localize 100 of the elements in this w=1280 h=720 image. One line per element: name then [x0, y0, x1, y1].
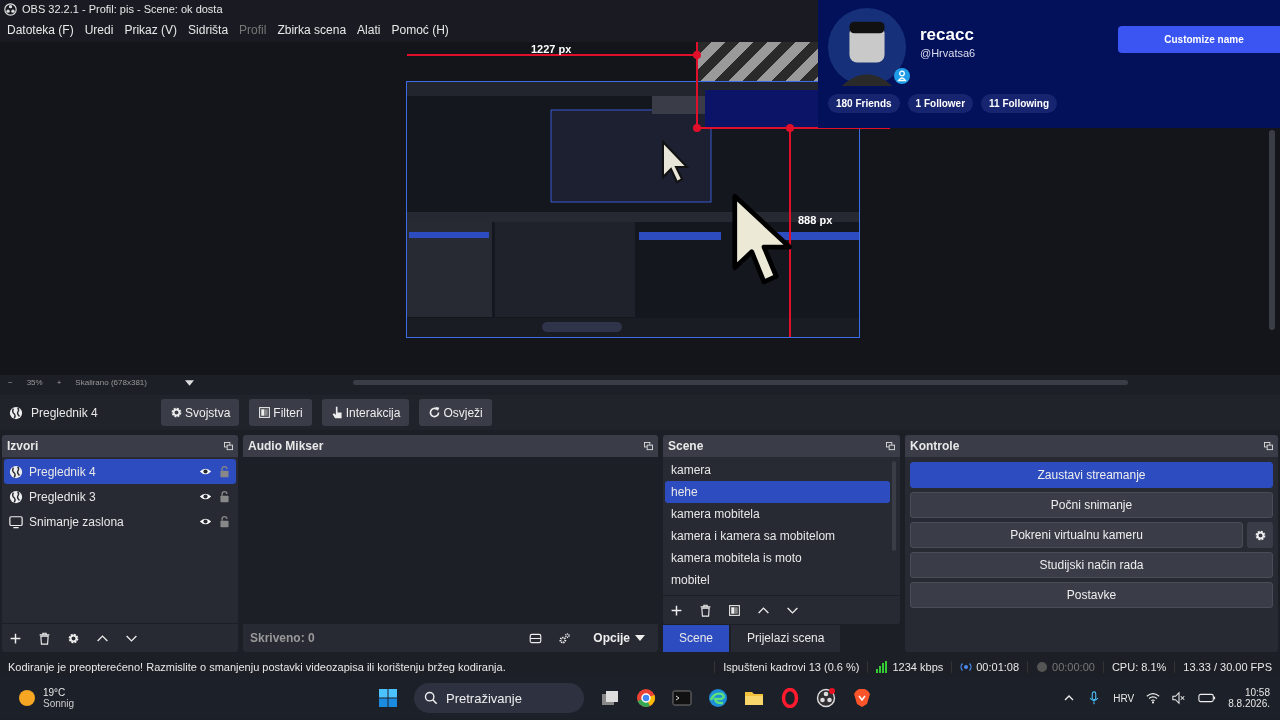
popout-icon[interactable] — [1264, 441, 1273, 451]
menu-item[interactable]: Sidrišta — [188, 23, 229, 37]
stream-time: 00:01:08 — [976, 661, 1020, 673]
person-badge-icon — [894, 68, 910, 84]
globe-icon — [9, 464, 23, 479]
dropdown-caret-icon[interactable] — [185, 379, 195, 386]
refresh-icon — [428, 406, 442, 419]
broadcast-icon — [960, 661, 973, 673]
trash-icon[interactable] — [38, 631, 51, 645]
customize-name-button[interactable]: Customize name — [1118, 26, 1280, 53]
gear-icon — [1253, 528, 1267, 542]
menu-item[interactable]: Alati — [357, 23, 381, 37]
control-button[interactable]: Zaustavi streamanje — [910, 462, 1273, 488]
settings-button[interactable] — [1247, 522, 1273, 548]
zoom-level: 35% — [26, 378, 43, 387]
control-button[interactable]: Postavke — [910, 582, 1273, 608]
toolbar-button[interactable]: Filteri — [249, 399, 312, 426]
guide-handle[interactable] — [693, 124, 701, 132]
trash-icon[interactable] — [699, 603, 712, 617]
control-button[interactable]: Počni snimanje — [910, 492, 1273, 518]
dock-title: Audio Mikser — [248, 439, 324, 453]
control-button[interactable]: Pokreni virtualnu kameru — [910, 522, 1243, 548]
record-time: 00:00:00 — [1052, 661, 1095, 673]
menu-item[interactable]: Uredi — [84, 23, 114, 37]
dock-tab[interactable]: Scene — [663, 625, 730, 652]
dock-tab[interactable]: Prijelazi scena — [731, 625, 841, 652]
scale-dropdown[interactable]: Skalirano (678x381) — [75, 378, 172, 387]
terminal-icon[interactable] — [672, 688, 692, 708]
recording-app-icon[interactable] — [816, 688, 836, 708]
lock-icon[interactable] — [218, 490, 231, 503]
dropped-frames: Ispušteni kadrovi 13 (0.6 %) — [714, 661, 868, 673]
bitrate: 1234 kbps — [892, 661, 944, 673]
wifi-icon[interactable] — [1146, 691, 1161, 705]
guide-handle[interactable] — [693, 51, 701, 59]
swirl-browser-icon[interactable] — [708, 688, 728, 708]
filter-icon — [258, 406, 272, 419]
clock-date[interactable]: 8.8.2026. — [1228, 698, 1270, 709]
scene-item[interactable]: kamera mobitela is moto — [665, 547, 890, 569]
bitrate-bars-icon — [876, 661, 889, 673]
toolbar-button[interactable]: Osvježi — [419, 399, 492, 426]
globe-icon — [9, 489, 23, 504]
window-stack-icon[interactable] — [600, 688, 620, 708]
input-language[interactable]: HRV — [1113, 692, 1135, 704]
weather-condition: Sonnig — [43, 698, 75, 709]
settings-icon[interactable] — [67, 631, 80, 645]
popout-icon[interactable] — [224, 441, 233, 451]
lock-icon[interactable] — [218, 515, 231, 528]
fps-readout: 13.33 / 30.00 FPS — [1174, 661, 1280, 673]
dock-title: Kontrole — [910, 439, 960, 453]
add-icon[interactable] — [9, 631, 22, 645]
start-icon[interactable] — [378, 688, 398, 708]
dock-title: Scene — [668, 439, 704, 453]
scrollbar[interactable] — [1269, 130, 1275, 330]
cpu-usage: CPU: 8.1% — [1102, 661, 1175, 673]
zoom-in-button[interactable]: + — [56, 378, 62, 387]
speaker-muted-icon[interactable] — [1172, 691, 1187, 705]
app-logo-icon — [4, 2, 17, 16]
guide-handle[interactable] — [786, 124, 794, 132]
scene-item[interactable]: mobitel — [665, 569, 890, 591]
scene-item[interactable]: kamera mobitela — [665, 503, 890, 525]
ring-browser-icon[interactable] — [636, 688, 656, 708]
scene-item[interactable]: hehe — [665, 481, 890, 503]
menu-item[interactable]: Zbirka scena — [277, 23, 347, 37]
shield-icon[interactable] — [852, 688, 872, 708]
caret-icon — [635, 635, 645, 641]
layout-icon[interactable] — [529, 631, 543, 645]
hidden-count: Skriveno: 0 — [250, 631, 315, 645]
popout-icon[interactable] — [886, 441, 895, 451]
stat-pill[interactable]: 11 Following — [981, 93, 1058, 113]
toolbar-button[interactable]: Interakcija — [321, 399, 410, 426]
popout-icon[interactable] — [644, 441, 653, 451]
options-button[interactable]: Opcije — [587, 630, 651, 646]
guide-label: 1227 px — [531, 43, 572, 55]
globe-icon — [9, 405, 23, 420]
zoom-out-button[interactable]: − — [8, 378, 13, 387]
source-item[interactable]: Preglednik 4 — [4, 459, 236, 484]
menu-item[interactable]: Prikaz (V) — [124, 23, 178, 37]
add-icon[interactable] — [670, 603, 683, 617]
temperature: 19°C — [43, 687, 67, 698]
user-handle: @Hrvatsa6 — [920, 47, 977, 59]
gear-icon — [170, 406, 183, 419]
control-button[interactable]: Studijski način rada — [910, 552, 1273, 578]
scene-item[interactable]: kamera — [665, 459, 890, 481]
ring-icon[interactable] — [780, 688, 800, 708]
menu-item[interactable]: Pomoć (H) — [391, 23, 449, 37]
source-item[interactable]: Snimanje zaslona — [4, 509, 236, 534]
monitor-icon — [9, 514, 23, 529]
scene-item[interactable]: kamera i kamera sa mobitelom — [665, 525, 890, 547]
scrollbar[interactable] — [353, 380, 1129, 385]
user-name: recacc — [920, 25, 975, 45]
clock-time[interactable]: 10:58 — [1244, 687, 1270, 698]
source-item[interactable]: Preglednik 3 — [4, 484, 236, 509]
stat-pill[interactable]: 1 Follower — [907, 93, 974, 113]
search-field[interactable]: Pretraživanje — [414, 683, 584, 713]
stat-pill[interactable]: 180 Friends — [828, 93, 900, 113]
toolbar-button[interactable]: Svojstva — [161, 399, 240, 426]
window-title: OBS 32.2.1 - Profil: pis - Scene: ok dosta — [22, 3, 223, 15]
gears-icon[interactable] — [558, 631, 572, 645]
filter-icon[interactable] — [728, 603, 741, 617]
menu-item[interactable]: Datoteka (F) — [7, 23, 74, 37]
